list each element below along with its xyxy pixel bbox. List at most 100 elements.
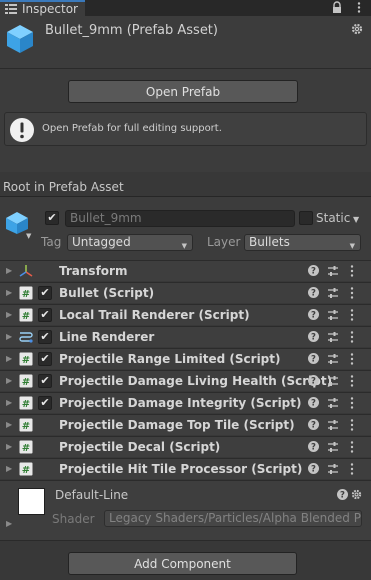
active-checkbox[interactable]: ✔: [45, 211, 59, 225]
help-icon[interactable]: ?: [308, 287, 319, 298]
component-enabled-checkbox[interactable]: ✔: [38, 330, 52, 344]
component-enabled-checkbox[interactable]: ✔: [38, 374, 52, 388]
svg-text:#: #: [22, 355, 30, 366]
svg-text:#: #: [22, 289, 30, 300]
foldout-arrow-icon[interactable]: ▶: [6, 354, 12, 363]
kebab-menu-icon[interactable]: [349, 396, 355, 410]
help-icon[interactable]: ?: [308, 419, 319, 430]
component-row[interactable]: ▶ # ✔ Projectile Range Limited (Script)?: [0, 348, 371, 369]
presets-sliders-icon[interactable]: [327, 375, 339, 387]
svg-text:?: ?: [311, 377, 316, 386]
component-row[interactable]: ▶ # Projectile Hit Tile Processor (Script)…: [0, 458, 371, 479]
material-preview[interactable]: [18, 488, 45, 515]
shader-dropdown[interactable]: Legacy Shaders/Particles/Alpha Blended P…: [104, 510, 362, 527]
svg-text:?: ?: [311, 355, 316, 364]
component-label: Transform: [59, 264, 128, 278]
foldout-arrow-icon[interactable]: ▶: [6, 464, 12, 473]
kebab-menu-icon[interactable]: [354, 1, 364, 14]
kebab-menu-icon[interactable]: [349, 440, 355, 454]
presets-sliders-icon[interactable]: [327, 287, 339, 299]
gear-icon[interactable]: [351, 489, 362, 500]
kebab-menu-icon[interactable]: [349, 330, 355, 344]
kebab-menu-icon[interactable]: [349, 352, 355, 366]
csharp-script-icon: #: [19, 374, 33, 388]
line-renderer-icon: [19, 330, 33, 344]
info-icon: [5, 4, 17, 14]
component-label: Line Renderer: [59, 330, 155, 344]
tag-label: Tag: [41, 235, 62, 249]
component-enabled-checkbox[interactable]: ✔: [38, 308, 52, 322]
chevron-down-icon[interactable]: ▼: [26, 232, 31, 240]
help-icon[interactable]: ?: [308, 463, 319, 474]
kebab-menu-icon[interactable]: [349, 418, 355, 432]
help-icon[interactable]: ?: [337, 489, 348, 500]
component-row[interactable]: ▶ Transform?: [0, 260, 371, 281]
component-label: Projectile Damage Top Tile (Script): [59, 418, 295, 432]
component-row[interactable]: ▶ # Projectile Damage Top Tile (Script)?: [0, 414, 371, 435]
chevron-down-icon[interactable]: ▼: [353, 215, 359, 224]
help-icon[interactable]: ?: [308, 441, 319, 452]
help-icon[interactable]: ?: [308, 331, 319, 342]
kebab-menu-icon[interactable]: [349, 462, 355, 476]
component-row[interactable]: ▶ # ✔ Projectile Damage Integrity (Script)?: [0, 392, 371, 413]
foldout-arrow-icon[interactable]: ▶: [6, 519, 12, 528]
presets-sliders-icon[interactable]: [327, 419, 339, 431]
component-label: Projectile Hit Tile Processor (Script): [59, 462, 303, 476]
presets-sliders-icon[interactable]: [327, 463, 339, 475]
tab-inspector[interactable]: Inspector: [0, 0, 85, 16]
component-label: Projectile Damage Integrity (Script): [59, 396, 302, 410]
foldout-arrow-icon[interactable]: ▶: [6, 420, 12, 429]
kebab-menu-icon[interactable]: [349, 374, 355, 388]
help-icon[interactable]: ?: [308, 309, 319, 320]
svg-text:#: #: [22, 377, 30, 388]
tag-dropdown[interactable]: Untagged ▼: [67, 234, 193, 251]
svg-text:?: ?: [311, 399, 316, 408]
gameobject-header: ▼ ✔ Bullet_9mm Static ▼ Tag Untagged ▼ L…: [0, 197, 371, 260]
foldout-arrow-icon[interactable]: ▶: [6, 398, 12, 407]
presets-sliders-icon[interactable]: [327, 309, 339, 321]
svg-text:?: ?: [311, 421, 316, 430]
presets-sliders-icon[interactable]: [327, 353, 339, 365]
component-label: Projectile Damage Living Health (Script): [59, 374, 333, 388]
component-row[interactable]: ▶ # Projectile Decal (Script)?: [0, 436, 371, 457]
layer-dropdown[interactable]: Bullets ▼: [244, 234, 361, 251]
component-enabled-checkbox[interactable]: ✔: [38, 352, 52, 366]
foldout-arrow-icon[interactable]: ▶: [6, 376, 12, 385]
svg-text:?: ?: [311, 289, 316, 298]
help-icon[interactable]: ?: [308, 397, 319, 408]
component-enabled-checkbox[interactable]: ✔: [38, 396, 52, 410]
foldout-arrow-icon[interactable]: ▶: [6, 310, 12, 319]
presets-sliders-icon[interactable]: [327, 265, 339, 277]
presets-sliders-icon[interactable]: [327, 331, 339, 343]
component-row[interactable]: ▶ # ✔ Local Trail Renderer (Script)?: [0, 304, 371, 325]
presets-sliders-icon[interactable]: [327, 397, 339, 409]
add-component-button[interactable]: Add Component: [68, 552, 297, 575]
foldout-arrow-icon[interactable]: ▶: [6, 442, 12, 451]
svg-text:#: #: [22, 311, 30, 322]
help-text: Open Prefab for full editing support.: [42, 123, 222, 134]
open-prefab-button[interactable]: Open Prefab: [68, 80, 298, 103]
component-row[interactable]: ▶ # ✔ Bullet (Script)?: [0, 282, 371, 303]
component-row[interactable]: ▶ ✔ Line Renderer?: [0, 326, 371, 347]
chevron-down-icon: ▼: [349, 242, 355, 250]
foldout-arrow-icon[interactable]: ▶: [6, 332, 12, 341]
object-name-field[interactable]: Bullet_9mm: [65, 210, 295, 227]
foldout-arrow-icon[interactable]: ▶: [6, 266, 12, 275]
component-label: Bullet (Script): [59, 286, 155, 300]
kebab-menu-icon[interactable]: [349, 308, 355, 322]
foldout-arrow-icon[interactable]: ▶: [6, 288, 12, 297]
component-row[interactable]: ▶ # ✔ Projectile Damage Living Health (Scri…: [0, 370, 371, 391]
static-checkbox[interactable]: [299, 211, 313, 225]
csharp-script-icon: #: [19, 286, 33, 300]
lock-icon[interactable]: [331, 1, 343, 14]
help-icon[interactable]: ?: [308, 265, 319, 276]
kebab-menu-icon[interactable]: [349, 286, 355, 300]
help-icon[interactable]: ?: [308, 353, 319, 364]
presets-sliders-icon[interactable]: [327, 441, 339, 453]
header-title: Bullet_9mm (Prefab Asset): [45, 23, 218, 38]
gear-icon[interactable]: [351, 23, 363, 35]
kebab-menu-icon[interactable]: [349, 264, 355, 278]
svg-text:#: #: [22, 465, 30, 476]
help-icon[interactable]: ?: [308, 375, 319, 386]
component-enabled-checkbox[interactable]: ✔: [38, 286, 52, 300]
